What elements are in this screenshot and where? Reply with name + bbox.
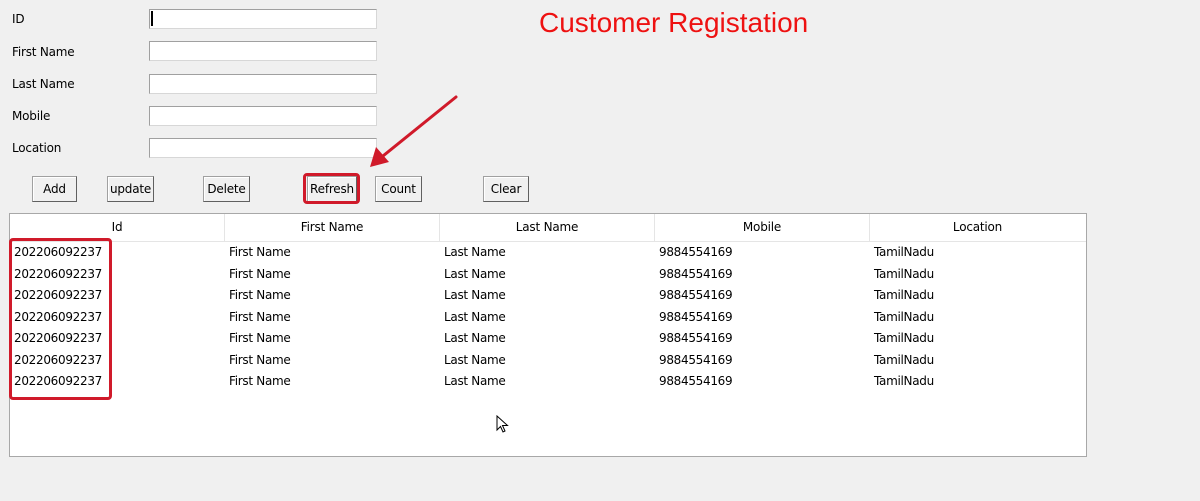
cell-last-name: Last Name — [444, 309, 506, 324]
table-row[interactable]: 202206092237 First Name Last Name 988455… — [10, 328, 1086, 350]
cell-location: TamilNadu — [874, 266, 934, 281]
add-button[interactable]: Add — [32, 176, 77, 202]
arrow-icon — [370, 95, 458, 167]
cell-location: TamilNadu — [874, 288, 934, 302]
page-title: Customer Registation — [539, 7, 809, 38]
cell-mobile: 9884554169 — [659, 288, 733, 302]
id-input[interactable] — [149, 9, 377, 29]
customer-table[interactable]: Id First Name Last Name Mobile Location … — [9, 213, 1087, 457]
delete-button[interactable]: Delete — [203, 176, 250, 202]
clear-button[interactable]: Clear — [483, 176, 529, 202]
cell-id: 202206092237 — [14, 331, 103, 345]
cell-location: TamilNadu — [874, 352, 934, 367]
location-input[interactable] — [149, 138, 377, 158]
cell-id: 202206092237 — [14, 352, 103, 367]
table-row[interactable]: 202206092237 First Name Last Name 988455… — [10, 350, 1086, 372]
cell-last-name: Last Name — [444, 374, 506, 388]
cell-location: TamilNadu — [874, 309, 934, 324]
column-header-id[interactable]: Id — [10, 214, 225, 241]
cell-mobile: 9884554169 — [659, 352, 733, 367]
cell-first-name: First Name — [229, 266, 291, 281]
table-row[interactable]: 202206092237 First Name Last Name 988455… — [10, 285, 1086, 307]
cell-first-name: First Name — [229, 374, 291, 388]
column-header-first-name[interactable]: First Name — [225, 214, 440, 241]
cell-id: 202206092237 — [14, 266, 103, 281]
id-label: ID — [12, 12, 25, 26]
cell-id: 202206092237 — [14, 245, 103, 259]
customer-registration-window: ID First Name Last Name Mobile Location … — [0, 0, 1200, 501]
cell-id: 202206092237 — [14, 288, 103, 302]
location-label: Location — [12, 141, 62, 155]
cell-last-name: Last Name — [444, 288, 506, 302]
cell-last-name: Last Name — [444, 245, 506, 259]
cell-last-name: Last Name — [444, 266, 506, 281]
table-row[interactable]: 202206092237 First Name Last Name 988455… — [10, 264, 1086, 286]
update-button[interactable]: update — [107, 176, 154, 202]
cell-location: TamilNadu — [874, 245, 934, 259]
first-name-input[interactable] — [149, 41, 377, 61]
cell-location: TamilNadu — [874, 374, 934, 388]
cell-mobile: 9884554169 — [659, 374, 733, 388]
mobile-label: Mobile — [12, 109, 51, 123]
column-header-location[interactable]: Location — [870, 214, 1085, 241]
table-row[interactable]: 202206092237 First Name Last Name 988455… — [10, 307, 1086, 329]
table-row[interactable]: 202206092237 First Name Last Name 988455… — [10, 371, 1086, 393]
cell-first-name: First Name — [229, 288, 291, 302]
cell-first-name: First Name — [229, 352, 291, 367]
last-name-label: Last Name — [12, 77, 75, 91]
table-row[interactable]: 202206092237 First Name Last Name 988455… — [10, 242, 1086, 264]
count-button[interactable]: Count — [375, 176, 422, 202]
cell-id: 202206092237 — [14, 309, 103, 324]
mobile-input[interactable] — [149, 106, 377, 126]
column-header-last-name[interactable]: Last Name — [440, 214, 655, 241]
cell-last-name: Last Name — [444, 331, 506, 345]
cell-location: TamilNadu — [874, 331, 934, 345]
refresh-button[interactable]: Refresh — [307, 176, 357, 202]
last-name-input[interactable] — [149, 74, 377, 94]
first-name-label: First Name — [12, 45, 75, 59]
column-header-mobile[interactable]: Mobile — [655, 214, 870, 241]
cell-mobile: 9884554169 — [659, 331, 733, 345]
cell-first-name: First Name — [229, 331, 291, 345]
text-caret — [151, 11, 153, 26]
cell-id: 202206092237 — [14, 374, 103, 388]
cell-first-name: First Name — [229, 309, 291, 324]
cell-last-name: Last Name — [444, 352, 506, 367]
cell-mobile: 9884554169 — [659, 309, 733, 324]
cell-first-name: First Name — [229, 245, 291, 259]
cell-mobile: 9884554169 — [659, 245, 733, 259]
table-header: Id First Name Last Name Mobile Location — [10, 214, 1086, 242]
cell-mobile: 9884554169 — [659, 266, 733, 281]
